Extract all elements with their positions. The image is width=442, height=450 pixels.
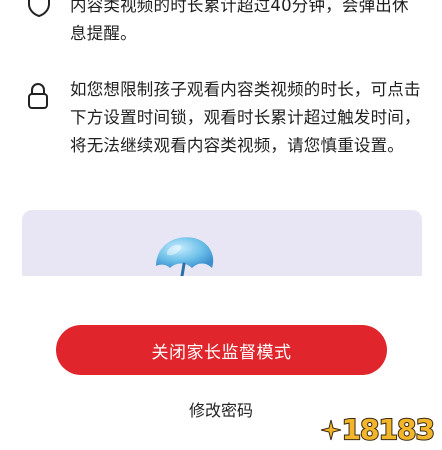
rest-reminder-info: 内容类视频的时长累计超过40分钟，会弹出休息提醒。 [26,0,422,48]
time-lock-text: 如您想限制孩子观看内容类视频的时长，可点击下方设置时间锁，观看时长累计超过触发时… [70,80,421,155]
site-watermark: 18183 [320,412,436,447]
rest-reminder-text: 内容类视频的时长累计超过40分钟，会弹出休息提醒。 [70,0,409,43]
time-lock-info: 如您想限制孩子观看内容类视频的时长，可点击下方设置时间锁，观看时长累计超过触发时… [26,76,422,160]
shield-icon [26,0,52,22]
close-parental-mode-button[interactable]: 关闭家长监督模式 [56,325,387,375]
sparkle-icon [320,419,341,440]
watermark-text: 18183 [341,412,436,447]
umbrella-icon [156,237,214,276]
parental-mode-page: 内容类视频的时长累计超过40分钟，会弹出休息提醒。 如您想限制孩子观看内容类视频… [0,0,442,450]
lock-icon [26,76,52,116]
illustration-banner [22,210,422,276]
